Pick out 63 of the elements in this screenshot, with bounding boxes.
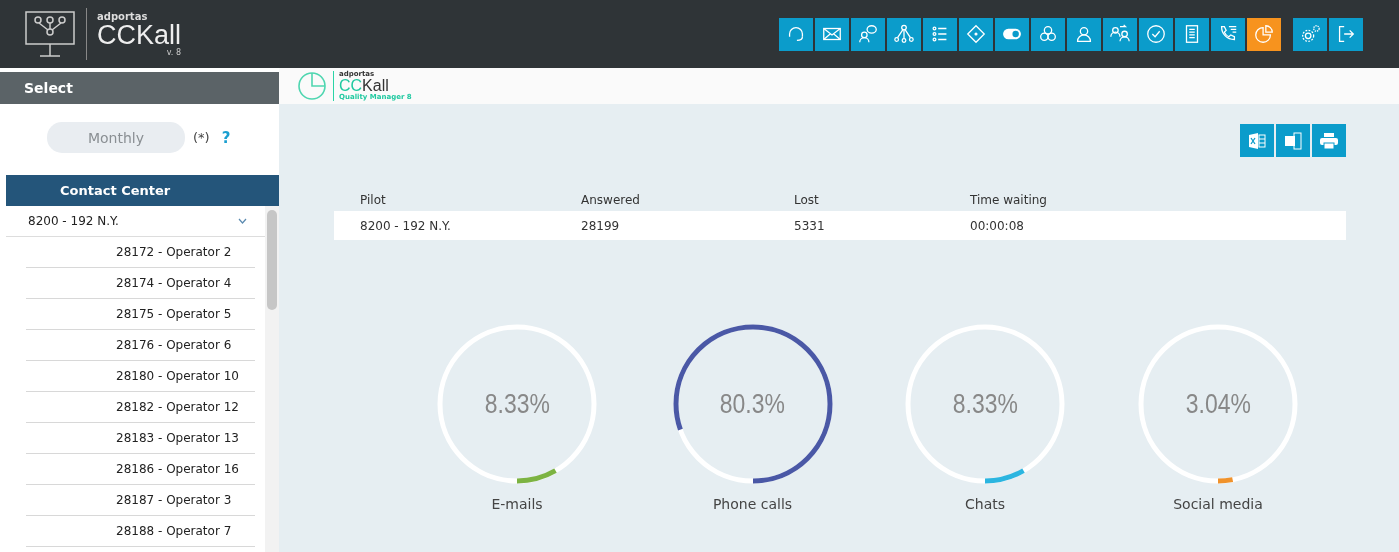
gauge-label: Phone calls [712, 496, 793, 512]
tree-item[interactable]: 28172 - Operator 2 [26, 237, 255, 268]
toolbar-button[interactable] [779, 17, 813, 51]
toolbar-button[interactable] [815, 17, 849, 51]
tree-item[interactable]: 28183 - Operator 13 [26, 423, 255, 454]
percentage-value: 80.3% [719, 388, 786, 420]
toolbar-button[interactable] [1067, 17, 1101, 51]
column-header: Answered [581, 193, 641, 207]
toolbar-button[interactable] [1247, 17, 1281, 51]
tree-item[interactable]: 28175 - Operator 5 [26, 299, 255, 330]
toolbar-button[interactable] [1211, 17, 1245, 51]
logo-icon [24, 8, 76, 60]
gauge-label: Chats [965, 496, 1005, 512]
tree-item[interactable]: 28176 - Operator 6 [26, 330, 255, 361]
percentage-value: 3.04% [1185, 388, 1251, 420]
tree-item[interactable]: 28174 - Operator 4 [26, 268, 255, 299]
network-icon [893, 23, 915, 45]
print-button[interactable] [1312, 124, 1346, 157]
toolbar-button[interactable] [1139, 17, 1173, 51]
toolbar-button[interactable] [1293, 17, 1327, 51]
settings-icon [1299, 23, 1321, 45]
gauge-label: Social media [1173, 496, 1263, 512]
table-cell-text: 5331 [794, 218, 826, 233]
percentage-value: 8.33% [484, 388, 550, 420]
product-name: CCKall [97, 21, 182, 49]
gauge-label: E-mails [491, 496, 543, 512]
toolbar-button[interactable] [995, 17, 1029, 51]
printer-icon [1319, 130, 1339, 151]
column-header: Time waiting [970, 193, 1048, 207]
check-icon [1145, 23, 1167, 45]
toolbar-button[interactable] [959, 17, 993, 51]
spreadsheet-icon [1247, 130, 1267, 151]
product-name: CCKall [339, 78, 390, 94]
table-cell-text: 00:00:08 [970, 218, 1025, 233]
toolbar-button[interactable] [1175, 17, 1209, 51]
panel-title: Select [0, 72, 279, 104]
tree-item[interactable]: 28187 - Operator 3 [26, 485, 255, 516]
toolbar-button[interactable] [1329, 17, 1363, 51]
toolbar-button[interactable] [923, 17, 957, 51]
note-label: (*) [193, 130, 210, 145]
toolbar-button[interactable] [1031, 17, 1065, 51]
section-header: Contact Center [6, 175, 279, 206]
table-cell-text: 28199 [581, 218, 621, 233]
toolbar-button[interactable] [1103, 17, 1137, 51]
tree-item[interactable]: 28182 - Operator 12 [26, 392, 255, 423]
pie-chart-icon [297, 71, 327, 101]
version-label: v. 8 [166, 48, 182, 57]
diamond-icon [965, 23, 987, 45]
tree-item[interactable]: 28188 - Operator 7 [26, 516, 255, 547]
excel-export-button[interactable] [1240, 124, 1274, 157]
toolbar-button[interactable] [887, 17, 921, 51]
table-cell-text: 8200 - 192 N.Y. [360, 218, 452, 233]
percentage-value: 8.33% [952, 388, 1018, 420]
pdf-export-button[interactable] [1276, 124, 1310, 157]
pie-chart-icon [1253, 23, 1275, 45]
toolbar-button[interactable] [851, 17, 885, 51]
chat-icon [857, 23, 879, 45]
tree-item[interactable]: 28180 - Operator 10 [26, 361, 255, 392]
column-header: Pilot [360, 193, 387, 207]
scrollbar-thumb[interactable] [267, 210, 277, 310]
tree-item[interactable]: 28186 - Operator 16 [26, 454, 255, 485]
brand-name: adportas [97, 11, 149, 22]
column-header: Lost [794, 193, 820, 207]
